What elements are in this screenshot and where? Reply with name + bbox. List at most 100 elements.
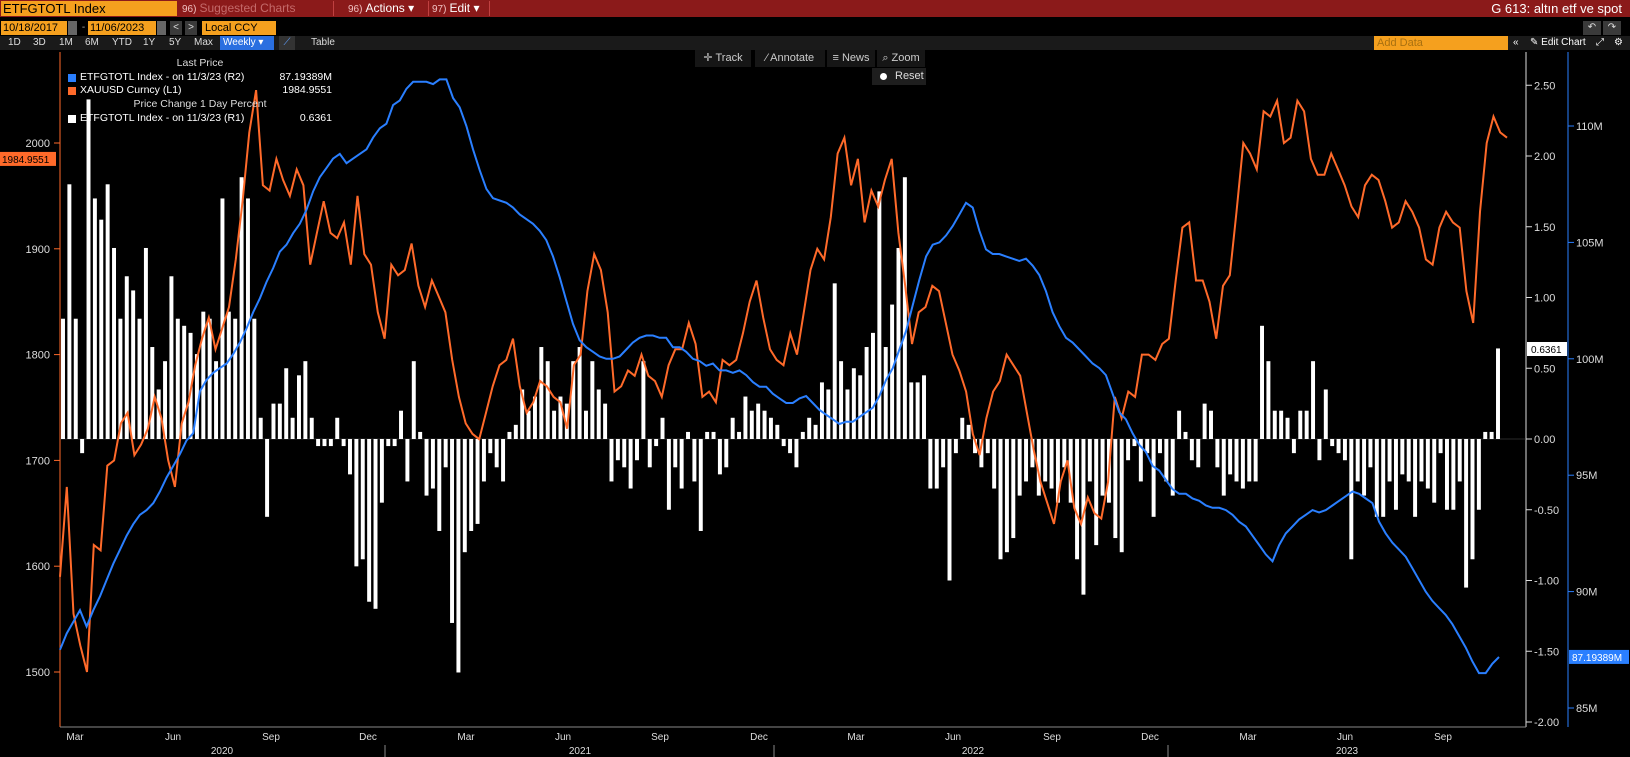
pct-bar — [354, 439, 359, 567]
pct-bar — [711, 431, 716, 439]
pct-bar — [220, 198, 225, 439]
right2-tick-label: 95M — [1576, 470, 1597, 482]
pct-bar — [1425, 439, 1430, 489]
pct-bar — [92, 198, 97, 439]
pct-bar — [297, 375, 301, 439]
pct-bar — [1183, 431, 1188, 439]
pct-bar — [1381, 439, 1386, 517]
x-tick-label: Jun — [165, 732, 181, 743]
right2-tick-label: 100M — [1576, 354, 1604, 366]
legend-swatch — [68, 74, 76, 82]
pct-bar — [1483, 431, 1488, 439]
pct-bar — [80, 439, 85, 454]
pct-bar — [373, 439, 378, 609]
pct-bar — [252, 318, 257, 439]
x-tick-label: Sep — [651, 732, 669, 743]
pct-bar — [386, 439, 391, 447]
pct-bar — [475, 439, 480, 524]
pct-bar — [1342, 439, 1347, 461]
pct-bar — [1406, 439, 1411, 482]
pct-bar — [698, 439, 703, 531]
left-tick-label: 2000 — [26, 138, 50, 150]
pct-bar — [360, 439, 365, 560]
pct-bar — [915, 382, 920, 439]
pct-bar — [660, 417, 665, 439]
pct-bar — [584, 410, 588, 439]
pct-bar — [1158, 439, 1162, 454]
track-button[interactable]: ✛ Track — [695, 50, 751, 67]
pct-bar — [941, 439, 946, 468]
right1-tick-label: -1.00 — [1534, 576, 1559, 588]
pct-bar — [1451, 439, 1456, 510]
pct-bar — [622, 439, 627, 468]
pct-bar — [379, 439, 384, 503]
reset-button[interactable]: Reset — [872, 68, 926, 85]
pct-bar — [1215, 439, 1220, 468]
year-label: 2021 — [569, 746, 592, 757]
zoom-label: Zoom — [891, 52, 920, 64]
pct-bar — [303, 361, 308, 439]
pct-bar — [596, 389, 601, 439]
pct-bar — [1196, 439, 1201, 468]
left-tick-label: 1900 — [26, 244, 50, 256]
pct-bar — [807, 417, 812, 439]
pct-bar — [839, 361, 844, 439]
pct-bar — [1374, 439, 1379, 517]
pct-bar — [603, 403, 608, 439]
pct-bar — [284, 368, 289, 439]
pct-bar — [775, 424, 780, 439]
pct-bar — [1336, 439, 1341, 454]
legend-row-pct[interactable]: ETFGTOTL Index - on 11/3/23 (R1) 0.6361 — [64, 112, 332, 125]
pct-bar — [513, 424, 518, 439]
pct-bar — [1285, 417, 1290, 439]
pct-bar — [450, 439, 455, 623]
right1-tick-label: 0.00 — [1534, 434, 1555, 446]
pct-bar — [1291, 439, 1296, 454]
right1-tick-label: -0.50 — [1534, 505, 1559, 517]
right1-tick-label: -2.00 — [1534, 717, 1559, 729]
pct-bar — [985, 439, 990, 454]
pct-bar — [112, 247, 116, 439]
x-tick-label: Sep — [1043, 732, 1061, 743]
pct-bar — [1413, 439, 1418, 517]
news-button[interactable]: ≡ News — [827, 50, 875, 67]
pct-bar — [1279, 410, 1284, 439]
pct-bar — [1075, 439, 1080, 560]
pct-bar — [1349, 439, 1354, 560]
pct-bar — [628, 439, 633, 489]
pct-bar — [947, 439, 952, 581]
pct-bar — [73, 318, 78, 439]
legend-row-etf[interactable]: ETFGTOTL Index - on 11/3/23 (R2) 87.1938… — [64, 71, 332, 84]
pct-bar — [507, 431, 512, 439]
pct-bar — [864, 347, 869, 439]
pct-bar — [800, 431, 805, 439]
pct-bar — [411, 361, 416, 439]
pct-bar — [437, 439, 442, 531]
pct-bar — [1094, 439, 1099, 546]
pct-bar — [1489, 431, 1494, 439]
legend-value: 87.19389M — [279, 71, 332, 83]
pct-bar — [469, 439, 474, 531]
magnifier-icon: ⌕ — [882, 52, 892, 64]
annotate-button[interactable]: ⁄ Annotate — [755, 50, 825, 67]
pct-bar — [1011, 439, 1016, 539]
pct-bar — [1387, 439, 1392, 482]
news-icon: ≡ — [832, 52, 842, 64]
pct-bar — [609, 439, 614, 482]
zoom-button[interactable]: ⌕ Zoom — [877, 50, 925, 67]
track-label: Track — [715, 52, 743, 64]
legend-swatch — [68, 115, 76, 123]
right2-tick-label: 105M — [1576, 237, 1604, 249]
legend-row-gold[interactable]: XAUUSD Curncy (L1) 1984.9551 — [64, 84, 332, 97]
pct-bar — [679, 439, 684, 489]
x-tick-label: Jun — [1337, 732, 1353, 743]
pct-bar — [1266, 361, 1271, 439]
pct-bar — [717, 439, 722, 475]
pct-bar — [488, 439, 493, 454]
pct-bar — [501, 439, 506, 482]
pct-bar — [934, 439, 939, 489]
pct-bar — [1087, 439, 1092, 482]
pct-bar — [1355, 439, 1360, 482]
pct-bar — [1189, 439, 1194, 461]
legend-header-last-price: Last Price — [176, 57, 224, 69]
